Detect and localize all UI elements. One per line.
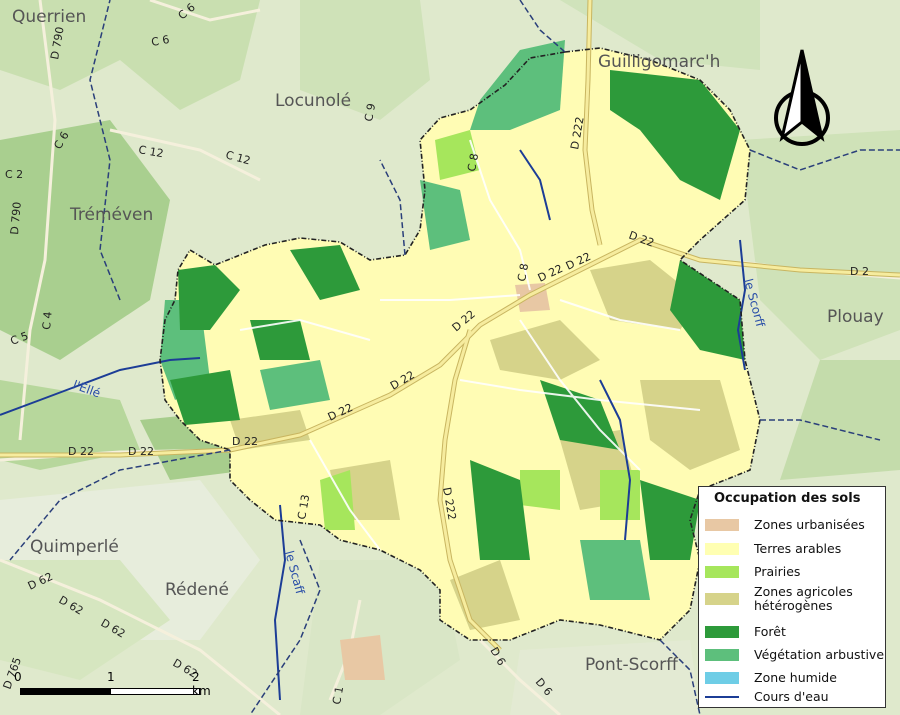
legend-line bbox=[705, 696, 739, 698]
north-arrow-icon bbox=[774, 49, 830, 146]
legend-item-prairies: Prairies bbox=[705, 565, 800, 579]
legend-swatch bbox=[705, 649, 739, 661]
place-label: Guilligomarc'h bbox=[598, 52, 720, 72]
land-use-map: Querrien Guilligomarc'h Locunolé Tréméve… bbox=[0, 0, 900, 715]
place-label: Locunolé bbox=[275, 91, 351, 111]
legend-label: Forêt bbox=[754, 624, 786, 639]
road-label: D 22 bbox=[232, 435, 258, 448]
road-label: D 2 bbox=[850, 265, 869, 278]
legend-item-forest: Forêt bbox=[705, 625, 786, 639]
place-label: Querrien bbox=[12, 7, 86, 27]
scale-segment bbox=[20, 688, 110, 695]
scale-label-one: 1 bbox=[107, 670, 115, 684]
legend-label: Zone humide bbox=[754, 670, 837, 685]
road-label: C 4 bbox=[40, 311, 55, 330]
legend-swatch bbox=[705, 566, 739, 578]
legend-label: Prairies bbox=[754, 564, 801, 579]
legend: Occupation des sols Zones urbanisées Ter… bbox=[698, 486, 886, 708]
legend-item-shrub: Végétation arbustive bbox=[705, 648, 884, 662]
legend-swatch bbox=[705, 593, 739, 605]
legend-label: Végétation arbustive bbox=[754, 647, 885, 662]
scale-segment bbox=[110, 688, 200, 695]
road-label: C 2 bbox=[5, 168, 23, 181]
legend-swatch bbox=[705, 519, 739, 531]
legend-item-heterogeneous: Zones agricoles hétérogènes bbox=[705, 585, 875, 613]
legend-swatch bbox=[705, 672, 739, 684]
legend-swatch bbox=[705, 543, 739, 555]
place-label: Plouay bbox=[827, 307, 884, 327]
legend-item-wetland: Zone humide bbox=[705, 671, 837, 685]
legend-label: Zones urbanisées bbox=[754, 517, 865, 532]
place-label: Rédené bbox=[165, 580, 229, 600]
road-label: D 22 bbox=[68, 445, 94, 458]
place-label: Tréméven bbox=[69, 205, 153, 225]
legend-item-arable: Terres arables bbox=[705, 542, 841, 556]
place-label: Pont-Scorff bbox=[585, 655, 679, 675]
legend-swatch bbox=[705, 626, 739, 638]
road-label: D 22 bbox=[128, 445, 154, 458]
scale-label-two: 2 km bbox=[192, 670, 211, 698]
scale-label-zero: 0 bbox=[14, 670, 22, 684]
legend-title: Occupation des sols bbox=[714, 491, 861, 506]
legend-label: Terres arables bbox=[754, 541, 842, 556]
legend-item-river: Cours d'eau bbox=[705, 690, 829, 704]
legend-label: Zones agricoles hétérogènes bbox=[754, 584, 853, 613]
place-label: Quimperlé bbox=[30, 537, 119, 557]
legend-label: Cours d'eau bbox=[754, 689, 829, 704]
legend-item-urban: Zones urbanisées bbox=[705, 518, 865, 532]
